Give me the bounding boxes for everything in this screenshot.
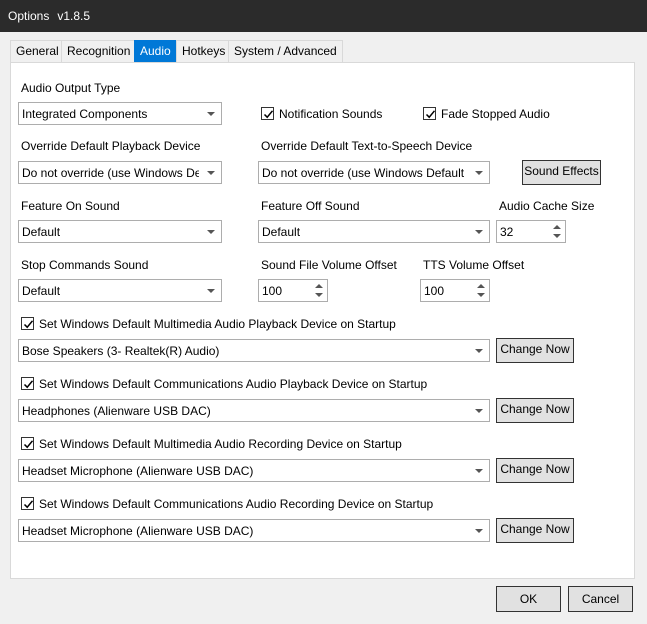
cancel-button[interactable]: Cancel [568, 586, 633, 612]
checkbox-box [261, 107, 274, 120]
feature-off-sound-label: Feature Off Sound [261, 199, 360, 213]
chevron-down-icon [475, 409, 483, 413]
spin-up-icon[interactable] [553, 225, 561, 229]
override-tts-select[interactable]: Do not override (use Windows Default Pl [258, 161, 490, 184]
checkmark-icon [263, 110, 274, 119]
chevron-down-icon [475, 349, 483, 353]
checkbox-box [21, 497, 34, 510]
audio-panel: Audio Output Type Integrated Components … [10, 62, 635, 579]
spin-down-icon[interactable] [315, 293, 323, 297]
chevron-down-icon [475, 171, 483, 175]
startup-multimedia-recording-select[interactable]: Headset Microphone (Alienware USB DAC) [18, 459, 490, 482]
change-now-button[interactable]: Change Now [496, 398, 574, 423]
checkmark-icon [23, 320, 34, 329]
startup-communications-recording-label: Set Windows Default Communications Audio… [39, 497, 434, 511]
feature-on-sound-value: Default [22, 225, 61, 239]
stop-commands-sound-label: Stop Commands Sound [21, 258, 149, 272]
audio-cache-size-label: Audio Cache Size [499, 199, 595, 213]
feature-off-sound-select[interactable]: Default [258, 220, 490, 243]
chevron-down-icon [207, 171, 215, 175]
tab-system-advanced[interactable]: System / Advanced [228, 40, 343, 62]
override-playback-value: Do not override (use Windows Defa [22, 166, 199, 180]
checkbox-box [21, 377, 34, 390]
audio-output-type-value: Integrated Components [22, 107, 148, 121]
sound-effects-button[interactable]: Sound Effects [522, 160, 601, 185]
audio-cache-size-value: 32 [500, 225, 514, 239]
startup-multimedia-playback-label: Set Windows Default Multimedia Audio Pla… [39, 317, 396, 331]
checkbox-box [423, 107, 436, 120]
stop-commands-sound-value: Default [22, 284, 61, 298]
checkmark-icon [23, 380, 34, 389]
sound-file-volume-offset-value: 100 [262, 284, 283, 298]
title-bar: Options v1.8.5 [0, 0, 647, 32]
fade-stopped-audio-label: Fade Stopped Audio [441, 107, 550, 121]
tab-recognition[interactable]: Recognition [61, 40, 137, 62]
startup-multimedia-playback-select[interactable]: Bose Speakers (3- Realtek(R) Audio) [18, 339, 490, 362]
startup-multimedia-recording-value: Headset Microphone (Alienware USB DAC) [22, 464, 254, 478]
spin-up-icon[interactable] [315, 284, 323, 288]
change-now-button[interactable]: Change Now [496, 338, 574, 363]
window-title: Options v1.8.5 [8, 9, 90, 23]
spin-down-icon[interactable] [477, 293, 485, 297]
audio-cache-size-input[interactable]: 32 [496, 220, 566, 243]
tts-volume-offset-input[interactable]: 100 [420, 279, 490, 302]
checkmark-icon [23, 440, 34, 449]
tts-volume-offset-value: 100 [424, 284, 445, 298]
startup-communications-playback-select[interactable]: Headphones (Alienware USB DAC) [18, 399, 490, 422]
chevron-down-icon [475, 469, 483, 473]
override-playback-label: Override Default Playback Device [21, 139, 201, 153]
ok-button[interactable]: OK [496, 586, 561, 612]
checkmark-icon [425, 110, 436, 119]
audio-output-type-label: Audio Output Type [21, 81, 121, 95]
checkmark-icon [23, 500, 34, 509]
checkbox-box [21, 437, 34, 450]
startup-communications-recording-select[interactable]: Headset Microphone (Alienware USB DAC) [18, 519, 490, 542]
override-tts-value: Do not override (use Windows Default Pl [262, 166, 467, 180]
feature-on-sound-label: Feature On Sound [21, 199, 120, 213]
tab-hotkeys[interactable]: Hotkeys [176, 40, 232, 62]
override-playback-select[interactable]: Do not override (use Windows Defa [18, 161, 222, 184]
window-title-text: Options [8, 9, 50, 23]
chevron-down-icon [475, 230, 483, 234]
tab-audio[interactable]: Audio [134, 40, 177, 62]
spin-down-icon[interactable] [553, 234, 561, 238]
chevron-down-icon [207, 112, 215, 116]
startup-multimedia-playback-value: Bose Speakers (3- Realtek(R) Audio) [22, 344, 220, 358]
window-version: v1.8.5 [57, 9, 91, 23]
startup-communications-recording-value: Headset Microphone (Alienware USB DAC) [22, 524, 254, 538]
sound-file-volume-offset-input[interactable]: 100 [258, 279, 328, 302]
startup-communications-playback-label: Set Windows Default Communications Audio… [39, 377, 428, 391]
change-now-button[interactable]: Change Now [496, 458, 574, 483]
sound-file-volume-offset-label: Sound File Volume Offset [261, 258, 397, 272]
feature-on-sound-select[interactable]: Default [18, 220, 222, 243]
notification-sounds-label: Notification Sounds [279, 107, 383, 121]
change-now-button[interactable]: Change Now [496, 518, 574, 543]
audio-output-type-select[interactable]: Integrated Components [18, 102, 222, 125]
override-tts-label: Override Default Text-to-Speech Device [261, 139, 473, 153]
tab-general[interactable]: General [10, 40, 65, 62]
feature-off-sound-value: Default [262, 225, 301, 239]
tts-volume-offset-label: TTS Volume Offset [423, 258, 525, 272]
chevron-down-icon [207, 289, 215, 293]
spin-up-icon[interactable] [477, 284, 485, 288]
stop-commands-sound-select[interactable]: Default [18, 279, 222, 302]
startup-communications-playback-value: Headphones (Alienware USB DAC) [22, 404, 211, 418]
checkbox-box [21, 317, 34, 330]
chevron-down-icon [207, 230, 215, 234]
startup-multimedia-recording-label: Set Windows Default Multimedia Audio Rec… [39, 437, 402, 451]
chevron-down-icon [475, 529, 483, 533]
